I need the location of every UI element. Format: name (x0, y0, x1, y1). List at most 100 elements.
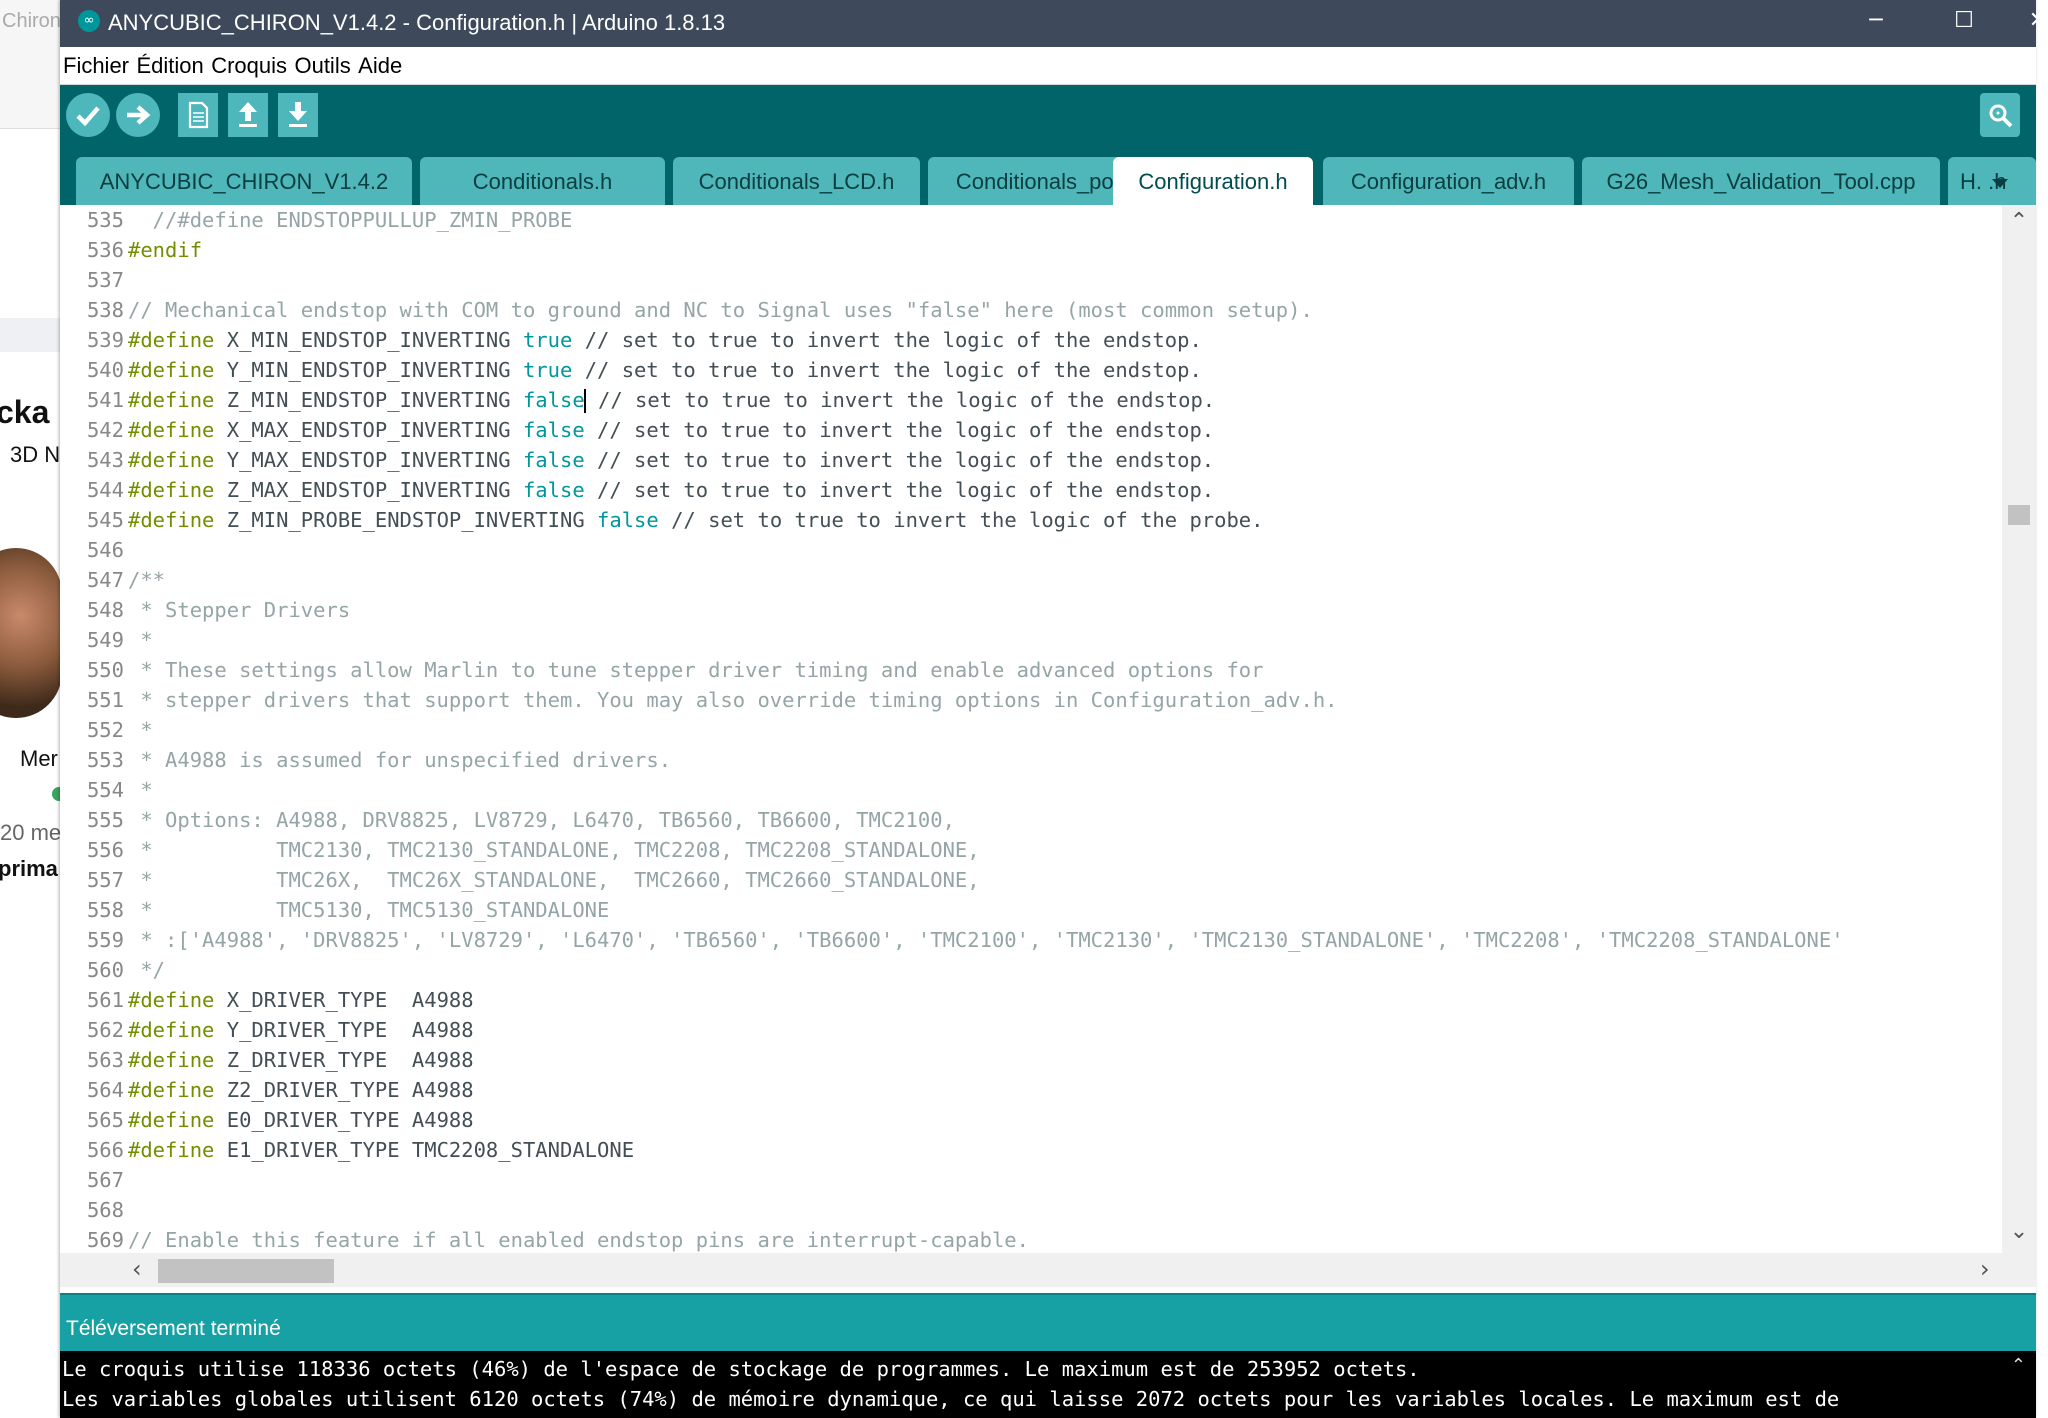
line-number: 567 (86, 1168, 124, 1192)
line-number: 560 (86, 958, 124, 982)
menu-fichier[interactable]: Fichier (60, 47, 129, 79)
scroll-left-arrow-icon[interactable]: ‹ (132, 1255, 142, 1283)
maximize-button[interactable]: ☐ (1920, 0, 2008, 44)
code-text: #define Y_DRIVER_TYPE A4988 (128, 1018, 474, 1042)
horizontal-scroll-thumb[interactable] (158, 1259, 334, 1283)
tab-g26-mesh-validation[interactable]: G26_Mesh_Validation_Tool.cpp (1582, 157, 1940, 205)
line-number: 535 (86, 208, 124, 232)
code-line[interactable]: 561 #define X_DRIVER_TYPE A4988 (60, 985, 474, 1015)
upload-button[interactable] (116, 93, 160, 137)
console-scroll-up-icon[interactable]: ⌃ (2011, 1355, 2026, 1376)
code-line[interactable]: 567 (60, 1165, 128, 1195)
code-line[interactable]: 557 * TMC26X, TMC26X_STANDALONE, TMC2660… (60, 865, 980, 895)
console-line: Le croquis utilise 118336 octets (46%) d… (62, 1357, 1420, 1381)
code-line[interactable]: 541 #define Z_MIN_ENDSTOP_INVERTING false… (60, 385, 1215, 415)
vertical-scrollbar[interactable]: ⌃ ⌄ (2002, 205, 2036, 1253)
arduino-ide-window: ∞ ANYCUBIC_CHIRON_V1.4.2 - Configuration… (60, 0, 2047, 1418)
line-number: 549 (86, 628, 124, 652)
code-line[interactable]: 539 #define X_MIN_ENDSTOP_INVERTING true … (60, 325, 1202, 355)
title-bar[interactable]: ∞ ANYCUBIC_CHIRON_V1.4.2 - Configuration… (60, 0, 2047, 47)
code-line[interactable]: 542 #define X_MAX_ENDSTOP_INVERTING false… (60, 415, 1214, 445)
serial-monitor-icon (1989, 104, 2013, 128)
line-number: 561 (86, 988, 124, 1012)
tab-configuration-adv[interactable]: Configuration_adv.h (1323, 157, 1574, 205)
code-line[interactable]: 554 * (60, 775, 153, 805)
code-line[interactable]: 558 * TMC5130, TMC5130_STANDALONE (60, 895, 609, 925)
line-number: 536 (86, 238, 124, 262)
code-line[interactable]: 569// Enable this feature if all enabled… (60, 1225, 1029, 1253)
serial-monitor-button[interactable] (1980, 93, 2020, 137)
code-line[interactable]: 548 * Stepper Drivers (60, 595, 350, 625)
line-number: 543 (86, 448, 124, 472)
code-line[interactable]: 536 #endif (60, 235, 202, 265)
background-text: prima (0, 856, 58, 881)
menu-outils[interactable]: Outils (291, 47, 350, 79)
code-line[interactable]: 550 * These settings allow Marlin to tun… (60, 655, 1264, 685)
code-text: #define Z_MIN_PROBE_ENDSTOP_INVERTING fa… (128, 508, 1264, 532)
code-text: #define E0_DRIVER_TYPE A4988 (128, 1108, 474, 1132)
menu-croquis[interactable]: Croquis (208, 47, 287, 79)
line-number: 547 (86, 568, 124, 592)
tab-configuration[interactable]: Configuration.h (1113, 157, 1313, 205)
line-number: 551 (86, 688, 124, 712)
line-number: 555 (86, 808, 124, 832)
verify-icon (76, 106, 100, 127)
tab-conditionals-lcd[interactable]: Conditionals_LCD.h (673, 157, 920, 205)
open-button[interactable] (228, 93, 268, 137)
code-line[interactable]: 537 (60, 265, 128, 295)
close-button[interactable]: ✕ (2008, 0, 2048, 44)
code-line[interactable]: 562 #define Y_DRIVER_TYPE A4988 (60, 1015, 474, 1045)
code-line[interactable]: 563 #define Z_DRIVER_TYPE A4988 (60, 1045, 474, 1075)
line-number: 568 (86, 1198, 124, 1222)
line-number: 565 (86, 1108, 124, 1132)
menu-edition[interactable]: Édition (133, 47, 203, 79)
code-line[interactable]: 549 * (60, 625, 153, 655)
tab-anycubic-chiron[interactable]: ANYCUBIC_CHIRON_V1.4.2 (76, 157, 412, 205)
code-text: * These settings allow Marlin to tune st… (128, 658, 1264, 682)
code-line[interactable]: 565 #define E0_DRIVER_TYPE A4988 (60, 1105, 474, 1135)
code-line[interactable]: 560 */ (60, 955, 165, 985)
scroll-right-arrow-icon[interactable]: › (1980, 1255, 1990, 1283)
code-line[interactable]: 552 * (60, 715, 153, 745)
code-line[interactable]: 545 #define Z_MIN_PROBE_ENDSTOP_INVERTING… (60, 505, 1264, 535)
line-number: 548 (86, 598, 124, 622)
code-line[interactable]: 543 #define Y_MAX_ENDSTOP_INVERTING false… (60, 445, 1214, 475)
code-line[interactable]: 544 #define Z_MAX_ENDSTOP_INVERTING false… (60, 475, 1214, 505)
scroll-down-arrow-icon[interactable]: ⌄ (2008, 1219, 2030, 1244)
minimize-button[interactable]: ─ (1832, 0, 1920, 44)
code-line[interactable]: 547/** (60, 565, 165, 595)
menu-aide[interactable]: Aide (355, 47, 402, 79)
verify-button[interactable] (66, 93, 110, 137)
code-text: * Stepper Drivers (128, 598, 351, 622)
code-line[interactable]: 559 * :['A4988', 'DRV8825', 'LV8729', 'L… (60, 925, 1844, 955)
save-button[interactable] (278, 93, 318, 137)
new-sketch-button[interactable] (178, 93, 218, 137)
code-text: //#define ENDSTOPPULLUP_ZMIN_PROBE (128, 208, 573, 232)
code-text: * Options: A4988, DRV8825, LV8729, L6470… (128, 808, 955, 832)
code-text: */ (128, 958, 166, 982)
code-line[interactable]: 564 #define Z2_DRIVER_TYPE A4988 (60, 1075, 474, 1105)
code-line[interactable]: 540 #define Y_MIN_ENDSTOP_INVERTING true … (60, 355, 1202, 385)
code-line[interactable]: 566 #define E1_DRIVER_TYPE TMC2208_STANDA… (60, 1135, 634, 1165)
background-text: Mer (20, 746, 58, 771)
scroll-up-arrow-icon[interactable]: ⌃ (2008, 209, 2030, 234)
code-line[interactable]: 535 //#define ENDSTOPPULLUP_ZMIN_PROBE (60, 205, 572, 235)
tab-menu-arrow-icon[interactable] (1992, 179, 2008, 188)
line-number: 546 (86, 538, 124, 562)
code-line[interactable]: 538// Mechanical endstop with COM to gro… (60, 295, 1313, 325)
tab-bar: ANYCUBIC_CHIRON_V1.4.2 Conditionals.h Co… (60, 145, 2036, 205)
code-line[interactable]: 556 * TMC2130, TMC2130_STANDALONE, TMC22… (60, 835, 980, 865)
code-line[interactable]: 546 (60, 535, 128, 565)
code-text: #define X_MAX_ENDSTOP_INVERTING false //… (128, 418, 1215, 442)
output-console[interactable]: Le croquis utilise 118336 octets (46%) d… (60, 1351, 2036, 1418)
code-line[interactable]: 568 (60, 1195, 128, 1225)
code-editor[interactable]: 535 //#define ENDSTOPPULLUP_ZMIN_PROBE 53… (60, 205, 2016, 1253)
code-line[interactable]: 551 * stepper drivers that support them.… (60, 685, 1338, 715)
code-text: #define Z2_DRIVER_TYPE A4988 (128, 1078, 474, 1102)
tab-h-overflow[interactable]: H. .h (1948, 157, 2036, 205)
code-line[interactable]: 553 * A4988 is assumed for unspecified d… (60, 745, 671, 775)
horizontal-scrollbar[interactable]: ‹ › (60, 1253, 2036, 1287)
tab-conditionals[interactable]: Conditionals.h (420, 157, 665, 205)
code-line[interactable]: 555 * Options: A4988, DRV8825, LV8729, L… (60, 805, 955, 835)
vertical-scroll-thumb[interactable] (2008, 505, 2030, 525)
